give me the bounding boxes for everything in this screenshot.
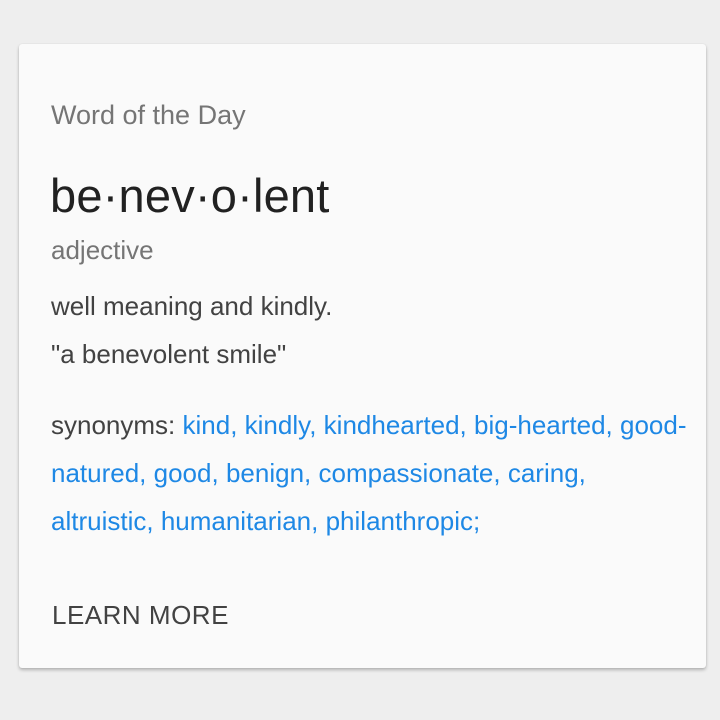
synonym-link[interactable]: kind, <box>183 410 238 440</box>
synonym-link[interactable]: philanthropic; <box>326 506 481 536</box>
synonyms-label: synonyms: <box>51 410 183 440</box>
synonym-link[interactable]: humanitarian, <box>161 506 319 536</box>
synonym-link[interactable]: compassionate, <box>319 458 501 488</box>
word-of-the-day-card: Word of the Day be·nev·o·lent adjective … <box>19 44 706 668</box>
synonym-link[interactable]: kindhearted, <box>324 410 467 440</box>
example-sentence: "a benevolent smile" <box>51 339 287 369</box>
synonym-link[interactable]: big-hearted, <box>474 410 613 440</box>
card-eyebrow: Word of the Day <box>51 100 246 130</box>
synonym-link[interactable]: kindly, <box>245 410 317 440</box>
synonym-link[interactable]: altruistic, <box>51 506 154 536</box>
definition-text: well meaning and kindly. <box>51 291 333 321</box>
learn-more-button[interactable]: LEARN MORE <box>52 599 229 631</box>
synonym-link[interactable]: good, <box>154 458 219 488</box>
headword: be·nev·o·lent <box>50 169 330 222</box>
part-of-speech: adjective <box>51 235 154 265</box>
synonyms-block: synonyms: kind, kindly, kindhearted, big… <box>51 401 691 545</box>
synonym-link[interactable]: caring, <box>508 458 586 488</box>
synonym-link[interactable]: benign, <box>226 458 311 488</box>
